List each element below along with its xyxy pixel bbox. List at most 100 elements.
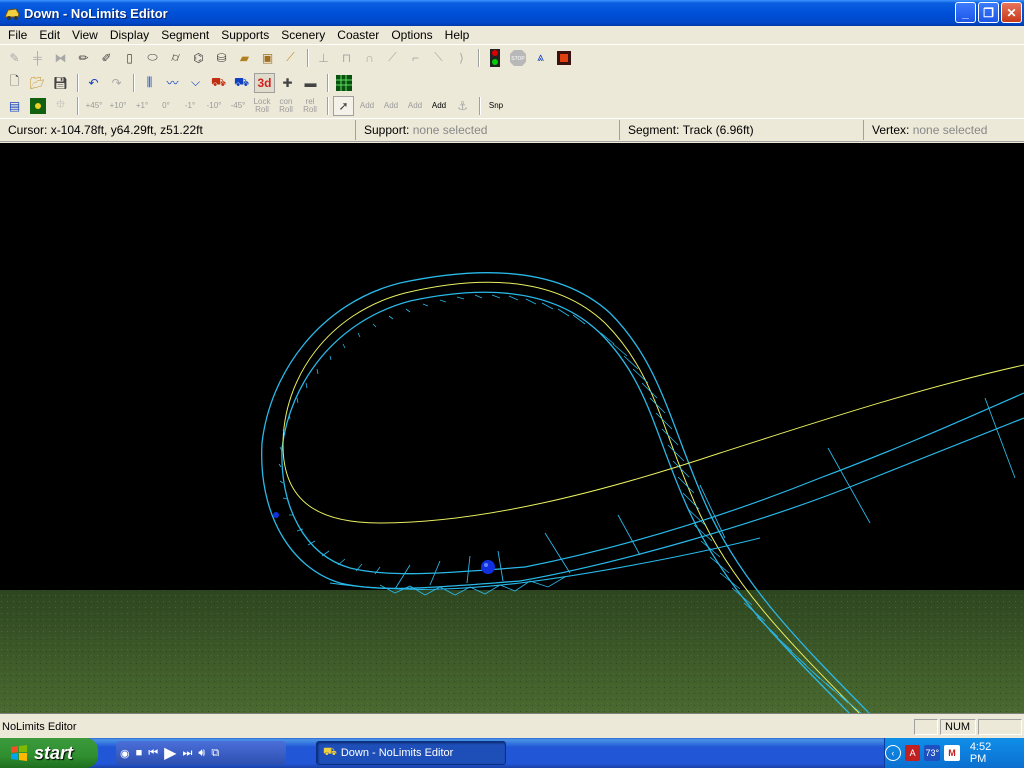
rail-icon[interactable]: ▯ [119, 48, 140, 68]
angle-minus45-button[interactable]: -45° [227, 96, 249, 116]
add-vertex-button[interactable]: Add [356, 96, 378, 116]
support-pole-icon[interactable]: ⊥ [313, 48, 334, 68]
coaster-car-icon [4, 8, 20, 20]
segment-label: Segment: [628, 123, 680, 137]
add-node-button[interactable]: Add [428, 96, 450, 116]
support-label: Support: [364, 123, 410, 137]
menu-supports[interactable]: Supports [215, 28, 275, 42]
info-bar: Cursor: x-104.78ft, y64.29ft, z51.22ft S… [0, 118, 1024, 142]
play-icon[interactable]: ▶ [164, 743, 176, 763]
menu-file[interactable]: File [2, 28, 33, 42]
angle-minus10-button[interactable]: -10° [203, 96, 225, 116]
support-curve-icon[interactable]: ⟩ [451, 48, 472, 68]
gmail-icon[interactable]: M [944, 745, 960, 761]
segment-value: Track (6.96ft) [682, 123, 754, 137]
train-view-icon[interactable]: ⛟ [208, 73, 229, 93]
traffic-light-icon[interactable] [484, 48, 505, 68]
signal-icon[interactable] [553, 48, 574, 68]
rel-roll-button[interactable]: rel Roll [299, 96, 321, 116]
sun-icon[interactable] [27, 96, 48, 116]
menu-options[interactable]: Options [385, 28, 438, 42]
support-frame-icon[interactable]: ⊓ [336, 48, 357, 68]
box-icon[interactable]: ▣ [257, 48, 278, 68]
zoom-out-icon[interactable]: ▬ [300, 73, 321, 93]
support-angle-icon[interactable]: ⟋ [382, 48, 403, 68]
tray-arrow-icon[interactable]: ‹ [885, 745, 901, 761]
menu-bar: File Edit View Display Segment Supports … [0, 26, 1024, 45]
cursor-readout: Cursor: x-104.78ft, y64.29ft, z51.22ft [0, 120, 356, 140]
tower-icon[interactable]: ⩓ [530, 48, 551, 68]
plank-icon[interactable]: ▰ [234, 48, 255, 68]
open-folder-icon[interactable]: 📂︎ [27, 73, 48, 93]
vertex-marker[interactable] [481, 560, 495, 574]
window-title: Down - NoLimits Editor [24, 5, 168, 21]
cylinder-split-icon[interactable]: ⌭ [165, 48, 186, 68]
restore-player-icon[interactable]: ⧉ [211, 747, 219, 760]
add-segment-button[interactable]: Add [380, 96, 402, 116]
angle-minus1-button[interactable]: -1° [179, 96, 201, 116]
menu-view[interactable]: View [66, 28, 104, 42]
cylinder-icon[interactable]: ⬭ [142, 48, 163, 68]
angle-0-button[interactable]: 0° [155, 96, 177, 116]
train-blue-icon[interactable]: ⛟ [231, 73, 252, 93]
angle-plus10-button[interactable]: +10° [107, 96, 129, 116]
snap-button[interactable]: Snp [485, 96, 507, 116]
select-arrow-icon[interactable]: ➚ [333, 95, 354, 116]
media-player-toolbar: ◉ ■ ⏮ ▶ ⏭ 🔊︎ ⧉ [116, 741, 286, 765]
weather-icon[interactable]: 73° [924, 745, 941, 761]
barrel-icon[interactable]: ⛁ [211, 48, 232, 68]
menu-help[interactable]: Help [439, 28, 476, 42]
menu-segment[interactable]: Segment [155, 28, 215, 42]
previous-track-icon[interactable]: ⏮ [148, 747, 158, 760]
redo-icon[interactable]: ↷ [106, 73, 127, 93]
table-icon[interactable]: ▤ [4, 96, 25, 116]
volume-icon[interactable]: 🔊︎ [198, 747, 205, 760]
acrobat-icon[interactable]: A [904, 745, 921, 761]
support-bend-icon[interactable]: ⌐ [405, 48, 426, 68]
segment-readout: Segment: Track (6.96ft) [620, 120, 864, 140]
con-roll-button[interactable]: con Roll [275, 96, 297, 116]
stop-media-icon[interactable]: ■ [136, 747, 143, 759]
new-file-icon[interactable]: 🗋 [4, 73, 25, 93]
join-icon[interactable]: ⧓ [50, 48, 71, 68]
close-button[interactable]: ✕ [1001, 2, 1022, 23]
angle-plus45-button[interactable]: +45° [83, 96, 105, 116]
status-bar: NoLimits Editor NUM [0, 717, 1024, 737]
stop-icon[interactable]: STOP [507, 48, 528, 68]
menu-scenery[interactable]: Scenery [275, 28, 331, 42]
anchor-icon[interactable]: ⚓︎ [452, 96, 473, 116]
small-vertex-marker[interactable] [273, 512, 279, 518]
support-slant-icon[interactable]: ⟍ [428, 48, 449, 68]
undo-icon[interactable]: ↶ [83, 73, 104, 93]
double-pencil-icon[interactable]: ✐ [96, 48, 117, 68]
minimize-button[interactable]: _ [955, 2, 976, 23]
view-3d-button[interactable]: 3d [254, 72, 275, 93]
menu-edit[interactable]: Edit [33, 28, 66, 42]
lock-roll-button[interactable]: Lock Roll [251, 96, 273, 116]
angle-plus1-button[interactable]: +1° [131, 96, 153, 116]
vertex-readout: Vertex: none selected [864, 120, 1024, 140]
taskbar-item-nolimits[interactable]: ⛟ Down - NoLimits Editor [316, 741, 506, 765]
beam-icon[interactable]: ⟋ [280, 48, 301, 68]
align-icon[interactable]: ⯐ [50, 96, 71, 116]
next-track-icon[interactable]: ⏭ [182, 747, 192, 760]
start-button[interactable]: start [0, 738, 98, 768]
zoom-in-icon[interactable]: ✚ [277, 73, 298, 93]
save-icon[interactable]: 💾︎ [50, 73, 71, 93]
split-icon[interactable]: ╪ [27, 48, 48, 68]
maximize-button[interactable]: ❐ [978, 2, 999, 23]
track-scene[interactable] [0, 143, 1024, 714]
menu-display[interactable]: Display [104, 28, 155, 42]
3d-viewport[interactable] [0, 143, 1024, 714]
pencil-icon[interactable]: ✏ [73, 48, 94, 68]
cylinder-ring-icon[interactable]: ⌬ [188, 48, 209, 68]
media-app-icon[interactable]: ◉ [120, 747, 130, 760]
grid-3d-icon[interactable] [333, 73, 354, 93]
cut-segment-icon[interactable]: ✎ [4, 48, 25, 68]
dip-view-icon[interactable]: ⌵ [185, 73, 206, 93]
track-view-icon[interactable]: ⫼ [139, 73, 160, 93]
menu-coaster[interactable]: Coaster [331, 28, 385, 42]
add-support-button[interactable]: Add [404, 96, 426, 116]
wave-view-icon[interactable]: 〰 [162, 73, 183, 93]
support-arch-icon[interactable]: ∩ [359, 48, 380, 68]
